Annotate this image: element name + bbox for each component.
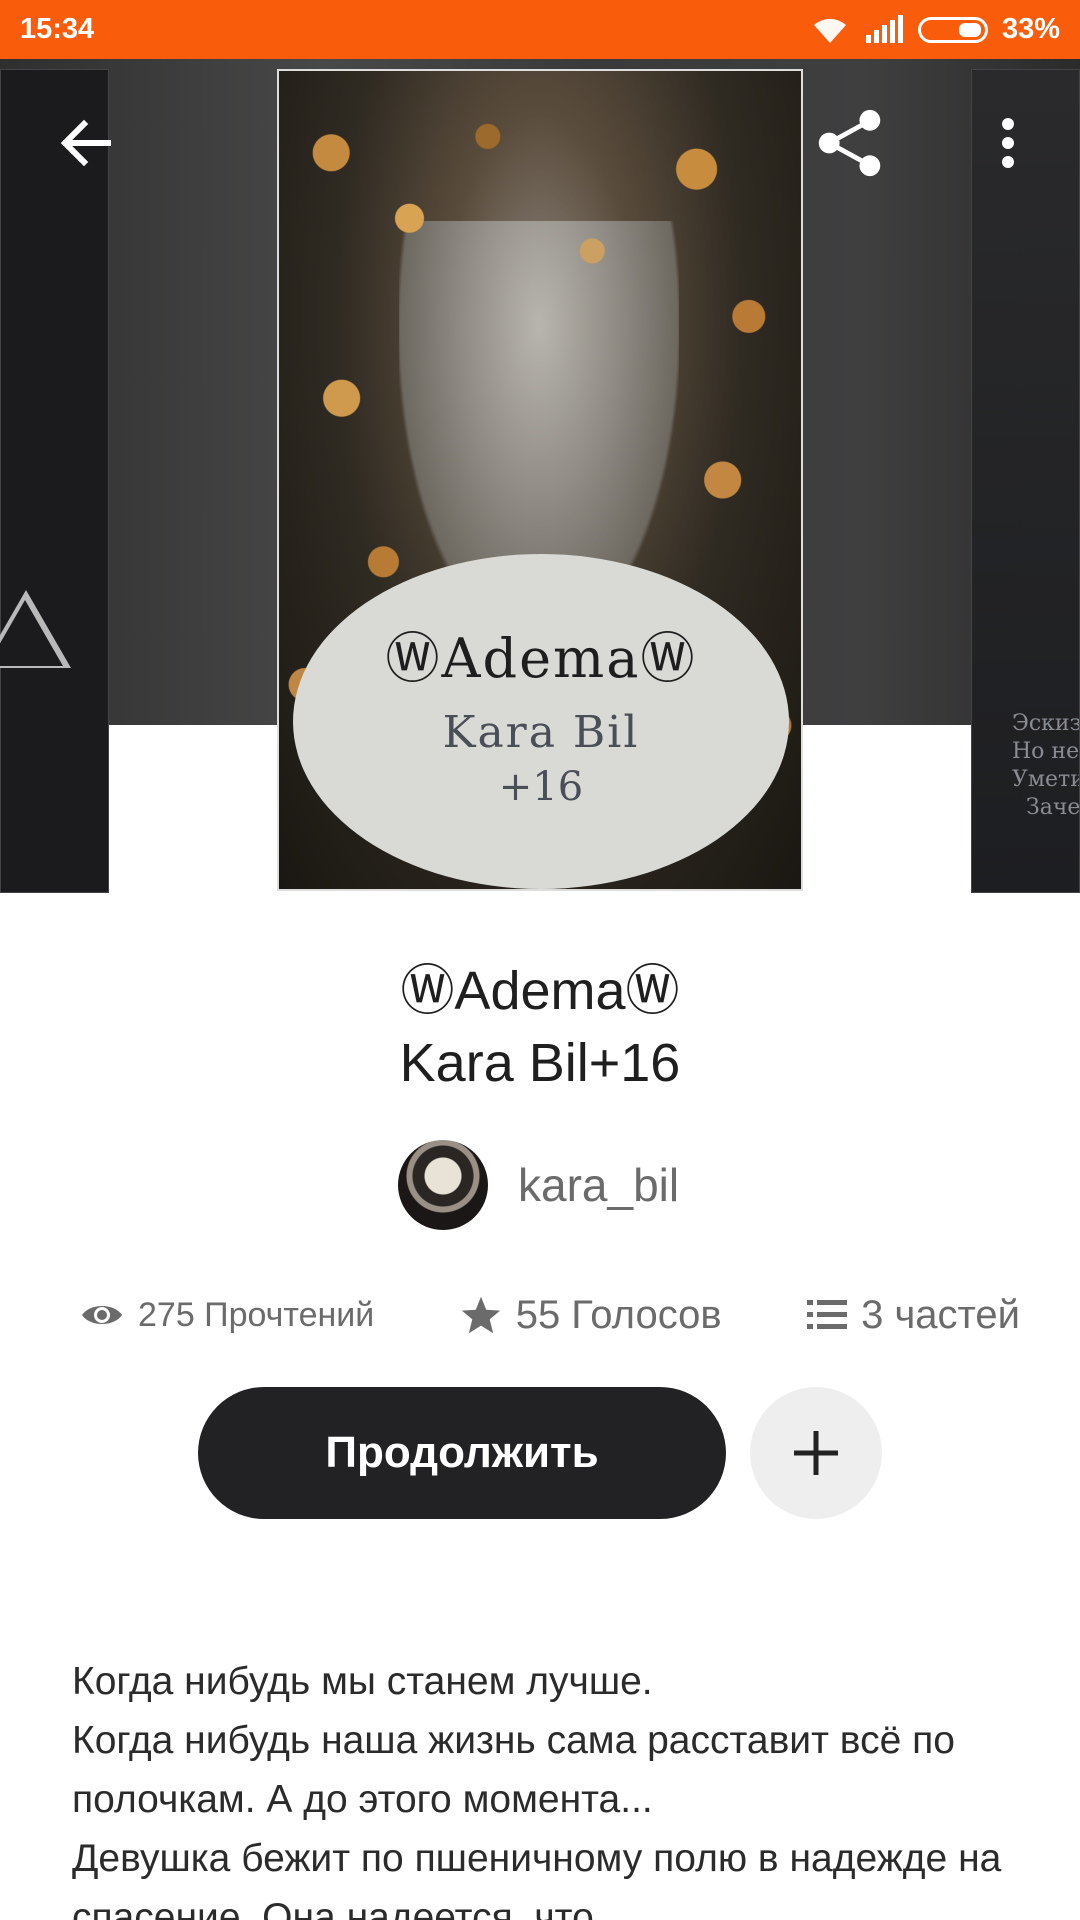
plus-icon: [794, 1431, 838, 1475]
cover-author: Kara Bil: [442, 706, 640, 758]
arrow-left-icon[interactable]: [50, 108, 120, 178]
signal-icon: [865, 14, 903, 43]
add-to-library-button[interactable]: [750, 1387, 882, 1519]
status-bar: 15:34 33%: [0, 0, 1080, 59]
author-name[interactable]: kara_bil: [518, 1158, 679, 1212]
more-vertical-icon[interactable]: [973, 108, 1043, 178]
votes-stat: 55 Голосов: [460, 1293, 722, 1338]
continue-label: Продолжить: [325, 1428, 599, 1477]
story-cover[interactable]: ⓌAdemaⓌ Kara Bil +16: [277, 69, 803, 891]
avatar[interactable]: [398, 1140, 488, 1230]
eye-icon: [82, 1306, 122, 1324]
reads-stat: 275 Прочтений: [80, 1296, 374, 1335]
author-link[interactable]: kara_bil: [398, 1140, 679, 1230]
star-icon: [461, 1296, 500, 1334]
next-cover-text: Эскиз Но не Умети Заче: [1012, 711, 1080, 820]
status-icons: 33%: [810, 13, 1060, 46]
parts-count[interactable]: 3 частей: [861, 1293, 1020, 1338]
description-line: Когда нибудь наша жизнь сама расставит в…: [72, 1719, 955, 1821]
previous-story-cover[interactable]: [0, 69, 109, 893]
cover-title: ⓌAdemaⓌ: [385, 626, 697, 690]
list-icon: [807, 1300, 848, 1329]
description-line: Когда нибудь мы станем лучше.: [72, 1660, 653, 1703]
continue-reading-button[interactable]: Продолжить: [198, 1387, 726, 1519]
story-title: ⓌAdemaⓌ Kara Bil+16: [0, 955, 1080, 1099]
story-stats: 275 Прочтений 55 Голосов 3 частей: [80, 1285, 1020, 1345]
story-description: Когда нибудь мы станем лучше. Когда нибу…: [72, 1652, 1012, 1920]
battery-icon: [917, 16, 988, 43]
status-time: 15:34: [20, 13, 95, 45]
next-story-cover[interactable]: Эскиз Но не Умети Заче: [971, 69, 1080, 893]
votes-count: 55 Голосов: [515, 1292, 722, 1337]
parts-stat[interactable]: 3 частей: [807, 1293, 1020, 1338]
reads-count: 275 Прочтений: [138, 1295, 375, 1334]
cover-age: +16: [498, 763, 584, 810]
battery-percent: 33%: [1001, 13, 1060, 45]
cover-title-oval: ⓌAdemaⓌ Kara Bil +16: [293, 554, 789, 889]
share-icon[interactable]: [815, 108, 885, 178]
description-line: Девушка бежит по пшеничному полю в надеж…: [72, 1837, 1002, 1920]
wifi-icon: [813, 18, 846, 43]
story-title-line1: ⓌAdemaⓌ: [400, 961, 680, 1021]
story-title-line2: Kara Bil+16: [399, 1033, 681, 1093]
